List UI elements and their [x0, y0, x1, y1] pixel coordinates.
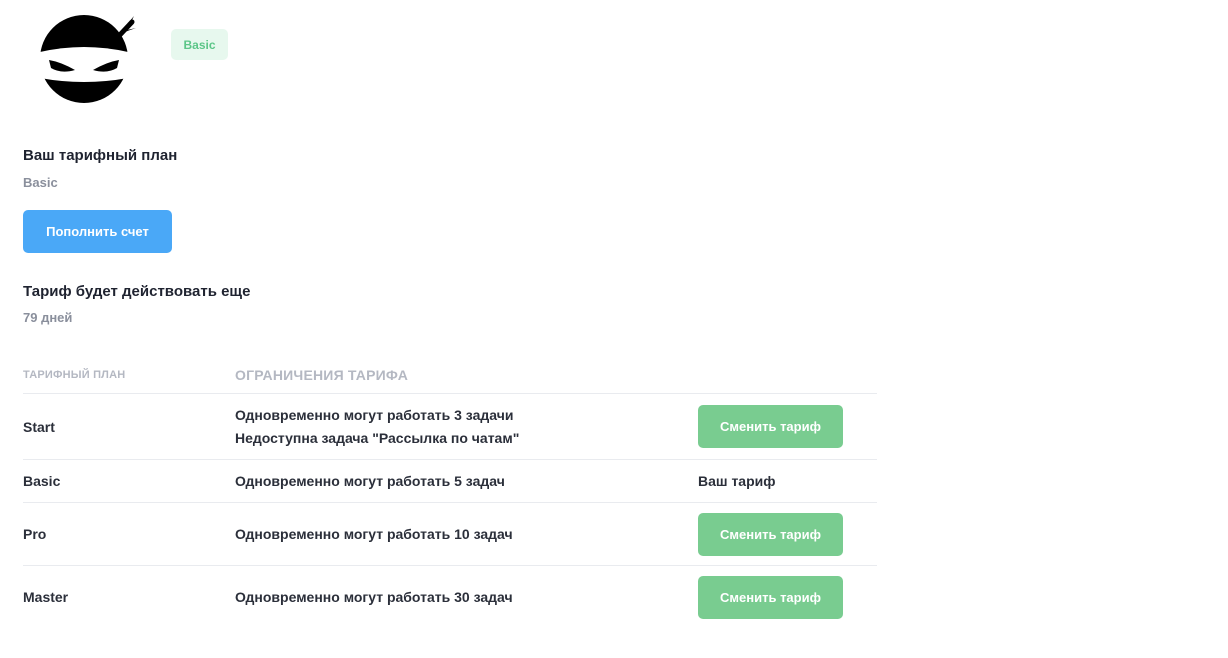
current-plan-label: Ваш тариф: [698, 473, 776, 489]
limit-line: Одновременно могут работать 5 задач: [235, 472, 505, 489]
current-plan-value: Basic: [23, 175, 58, 190]
plan-name: Pro: [23, 526, 47, 542]
plan-action: Сменить тариф: [698, 512, 877, 556]
limit-line: Одновременно могут работать 3 задачи: [235, 406, 514, 423]
plan-limits: Одновременно могут работать 10 задач: [235, 523, 698, 546]
plan-action: Сменить тариф: [698, 405, 877, 448]
table-row: Master Одновременно могут работать 30 за…: [23, 566, 877, 628]
ninja-avatar-icon: [37, 12, 137, 104]
tariff-page: Basic Ваш тарифный план Basic Пополнить …: [0, 0, 1228, 658]
limit-line: Одновременно могут работать 30 задач: [235, 588, 513, 605]
plan-name: Start: [23, 418, 55, 435]
plan-limits: Одновременно могут работать 3 задачи Нед…: [235, 404, 698, 450]
plan-name: Basic: [23, 473, 61, 489]
change-plan-button-pro[interactable]: Сменить тариф: [698, 512, 843, 556]
validity-title: Тариф будет действовать еще: [23, 283, 251, 300]
plan-limits: Одновременно могут работать 30 задач: [235, 586, 698, 609]
limit-line: Одновременно могут работать 10 задач: [235, 525, 513, 542]
current-plan-title: Ваш тарифный план: [23, 147, 178, 164]
plans-table: ТАРИФНЫЙ ПЛАН ОГРАНИЧЕНИЯ ТАРИФА Start О…: [23, 357, 877, 628]
table-header: ТАРИФНЫЙ ПЛАН ОГРАНИЧЕНИЯ ТАРИФА: [23, 357, 877, 394]
limit-line: Недоступна задача "Рассылка по чатам": [235, 429, 520, 446]
validity-value: 79 дней: [23, 310, 73, 325]
header-plan: ТАРИФНЫЙ ПЛАН: [23, 369, 126, 381]
plan-limits: Одновременно могут работать 5 задач: [235, 470, 698, 493]
topup-button[interactable]: Пополнить счет: [23, 210, 172, 253]
table-row: Pro Одновременно могут работать 10 задач…: [23, 503, 877, 566]
change-plan-button-master[interactable]: Сменить тариф: [698, 575, 843, 619]
plan-name: Master: [23, 589, 69, 605]
header-limits: ОГРАНИЧЕНИЯ ТАРИФА: [235, 367, 409, 383]
plan-action: Сменить тариф: [698, 575, 877, 619]
table-row: Basic Одновременно могут работать 5 зада…: [23, 460, 877, 503]
change-plan-button-start[interactable]: Сменить тариф: [698, 405, 843, 448]
plan-badge: Basic: [171, 29, 228, 60]
table-row: Start Одновременно могут работать 3 зада…: [23, 394, 877, 460]
